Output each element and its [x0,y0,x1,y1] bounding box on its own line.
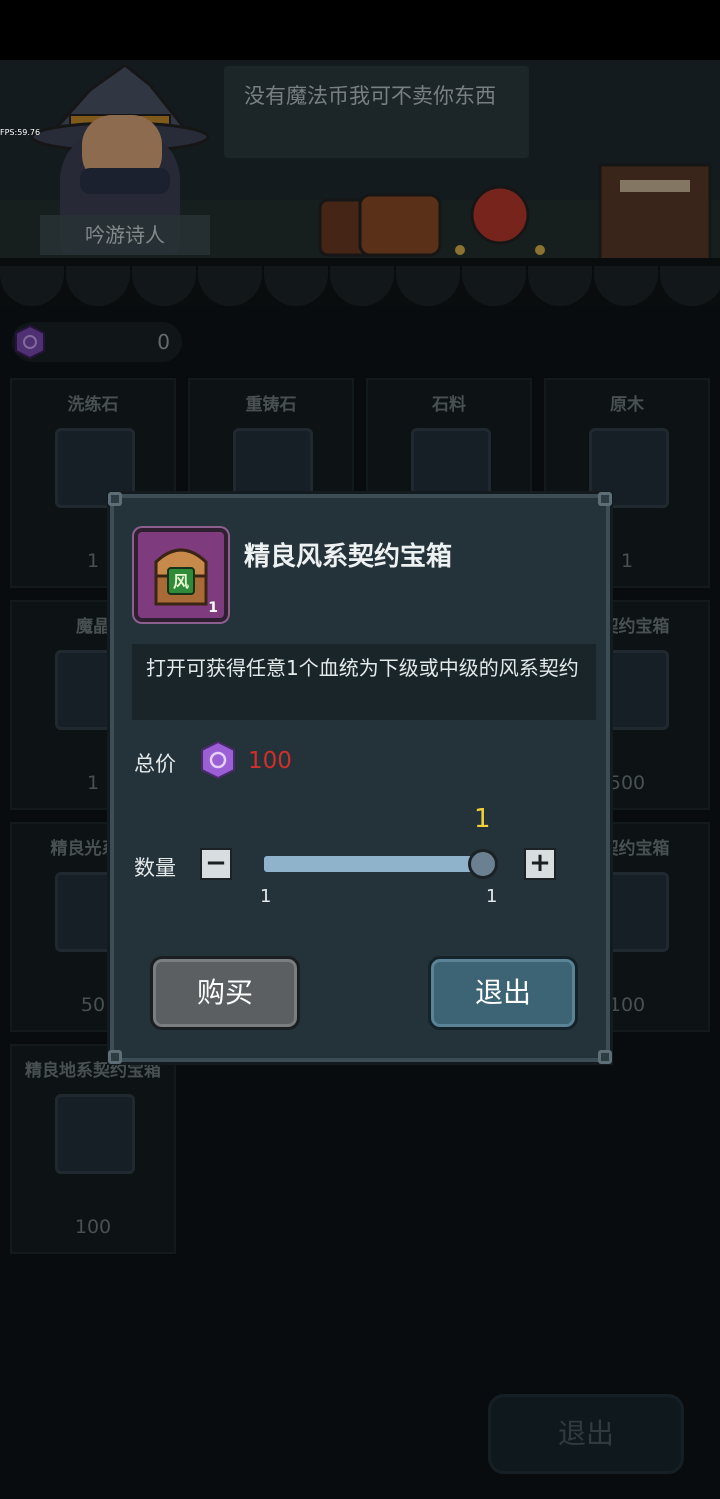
total-price-value: 100 [248,748,292,774]
buy-button[interactable]: 购买 [150,956,300,1030]
plus-icon: + [529,848,551,878]
slider-current-value: 1 [474,804,491,834]
quantity-slider-track[interactable] [264,856,490,872]
corner-ornament [108,492,122,506]
fps-counter: FPS:59.76 [0,128,41,137]
modal-title: 精良风系契约宝箱 [244,542,453,572]
minus-icon: − [205,848,227,878]
corner-ornament [598,492,612,506]
chest-item-icon: 风 1 [134,528,228,622]
decrease-quantity-button[interactable]: − [200,848,232,880]
chest-glyph: 风 [173,572,189,591]
chest-item-qty: 1 [208,600,218,616]
corner-ornament [598,1050,612,1064]
total-price-label: 总价 [134,752,176,776]
corner-ornament [108,1050,122,1064]
quantity-slider-handle[interactable] [468,849,498,879]
magic-coin-icon [201,740,235,780]
slider-max-value: 1 [486,886,498,907]
slider-min-value: 1 [260,886,272,907]
exit-dialog-button[interactable]: 退出 [428,956,578,1030]
item-description: 打开可获得任意1个血统为下级或中级的风系契约 [132,644,596,720]
purchase-dialog: 风 1 精良风系契约宝箱 打开可获得任意1个血统为下级或中级的风系契约 总价 1… [108,492,612,1064]
increase-quantity-button[interactable]: + [524,848,556,880]
quantity-label: 数量 [134,856,176,880]
